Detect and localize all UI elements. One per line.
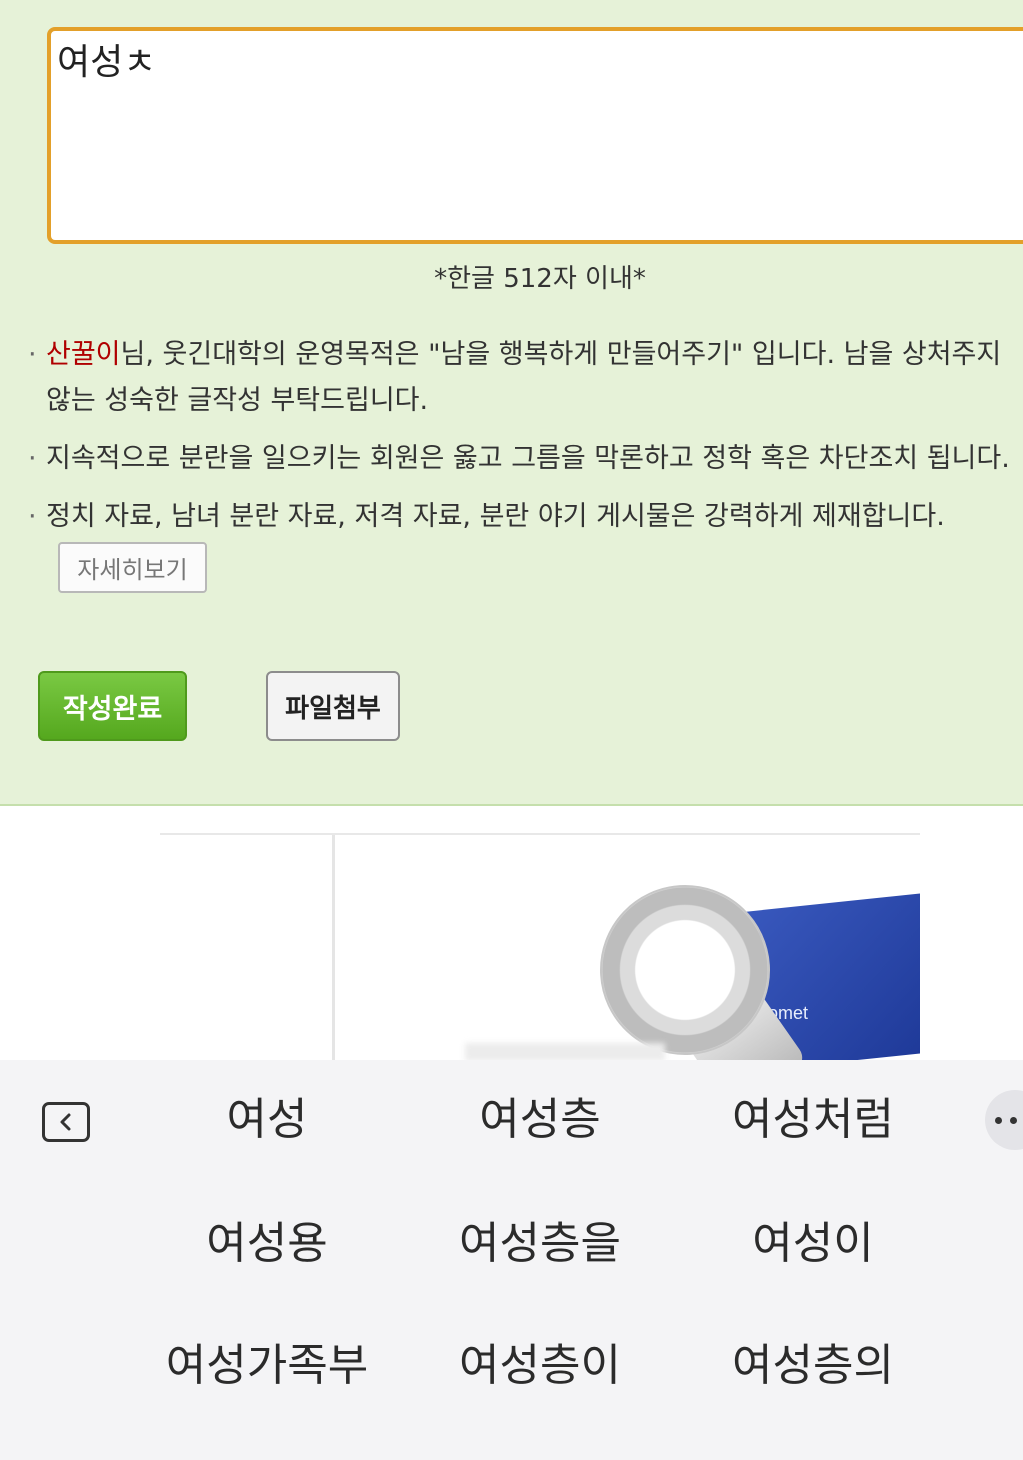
notice-text: 정치 자료, 남녀 분란 자료, 저격 자료, 분란 야기 게시물은 강력하게 … <box>46 501 945 532</box>
comment-textarea[interactable]: 여성ㅊ <box>47 27 1023 244</box>
username: 산꿀이 <box>46 339 121 370</box>
suggestion-item[interactable]: 여성층 <box>410 1090 670 1150</box>
compose-panel: 여성ㅊ *한글 512자 이내* · 산꿀이님, 웃긴대학의 운영목적은 "남을 … <box>0 0 1023 806</box>
detail-view-button[interactable]: 자세히보기 <box>58 542 207 593</box>
notice-text-continued: 않는 성숙한 글작성 부탁드립니다. <box>46 385 429 416</box>
notice-politics: · 정치 자료, 남녀 분란 자료, 저격 자료, 분란 야기 게시물은 강력하게… <box>28 494 1023 540</box>
suggestion-item[interactable]: 여성처럼 <box>683 1090 943 1150</box>
attach-file-button[interactable]: 파일첨부 <box>266 671 400 741</box>
notice-purpose: · 산꿀이님, 웃긴대학의 운영목적은 "남을 행복하게 만들어주기" 입니다. … <box>28 332 1023 424</box>
char-limit-note: *한글 512자 이내* <box>434 264 646 294</box>
notice-text: 님, 웃긴대학의 운영목적은 "남을 행복하게 만들어주기" 입니다. 남을 상… <box>120 339 1002 370</box>
suggestion-item[interactable]: 여성층을 <box>410 1214 670 1274</box>
suggestion-item[interactable]: 여성 <box>137 1090 397 1150</box>
suggestion-item[interactable]: 여성용 <box>137 1214 397 1274</box>
submit-button[interactable]: 작성완료 <box>38 671 187 741</box>
ad-banner[interactable]: omet <box>160 833 920 1060</box>
suggestion-item[interactable]: 여성층이 <box>410 1336 670 1396</box>
suggestion-item[interactable]: 여성이 <box>683 1214 943 1274</box>
ad-blurred-caption <box>465 1043 665 1060</box>
notice-text: 지속적으로 분란을 일으키는 회원은 옳고 그름을 막론하고 정학 혹은 차단조… <box>46 443 1010 474</box>
bullet-icon: · <box>28 339 37 370</box>
ad-divider <box>332 835 335 1060</box>
bullet-icon: · <box>28 501 37 532</box>
bullet-icon: · <box>28 443 37 474</box>
suggestion-item[interactable]: 여성층의 <box>683 1336 943 1396</box>
notice-ban: · 지속적으로 분란을 일으키는 회원은 옳고 그름을 막론하고 정학 혹은 차단… <box>28 436 1023 482</box>
suggestion-item[interactable]: 여성가족부 <box>137 1336 397 1396</box>
collapse-suggestions-icon[interactable] <box>42 1102 90 1142</box>
